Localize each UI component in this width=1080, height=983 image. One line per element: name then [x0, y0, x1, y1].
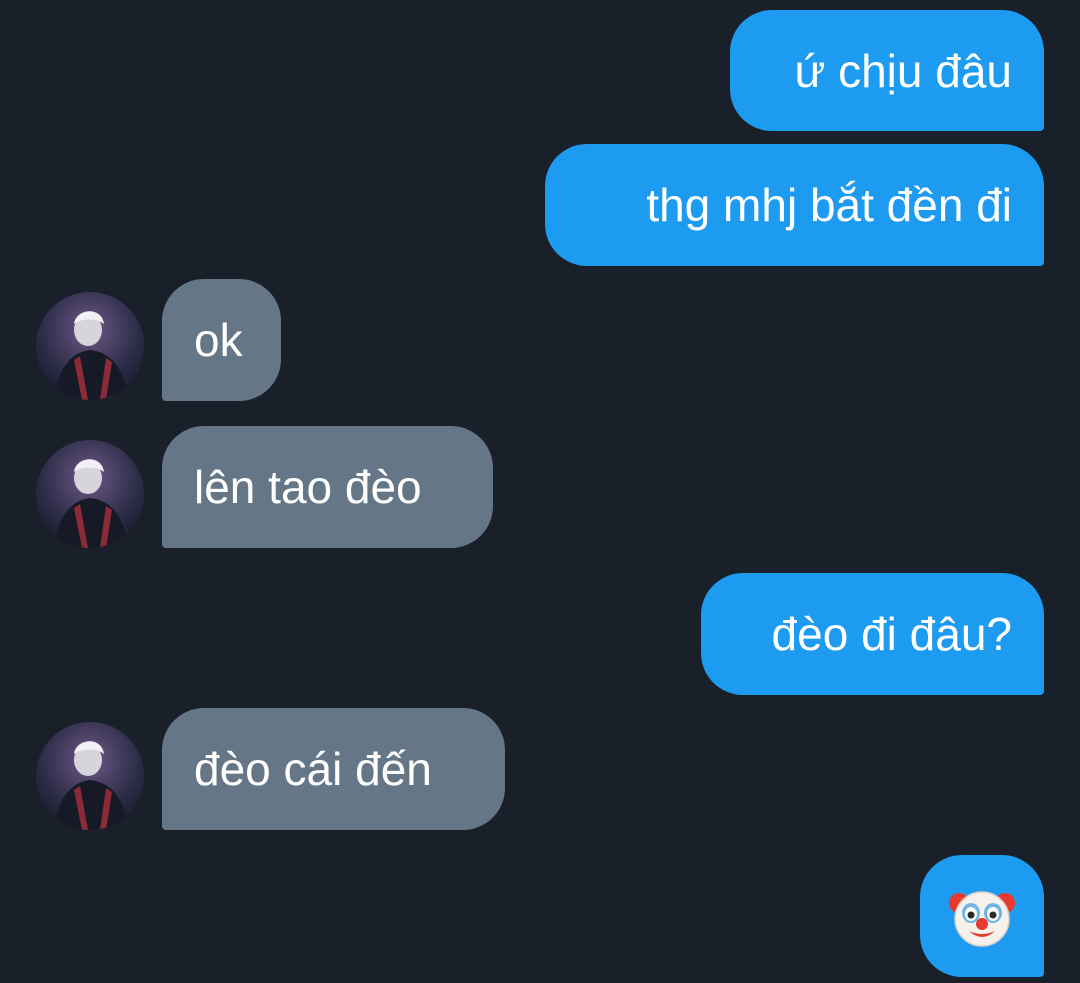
message-bubble-outgoing[interactable]: [920, 855, 1044, 977]
message-text: ứ chịu đâu: [794, 44, 1013, 97]
avatar-image: [36, 722, 144, 830]
message-bubble-incoming[interactable]: ok: [162, 279, 281, 401]
avatar[interactable]: [36, 722, 144, 830]
message-text: ok: [194, 314, 243, 366]
avatar[interactable]: [36, 292, 144, 400]
message-text: đèo cái đến: [194, 743, 432, 795]
message-text: đèo đi đâu?: [771, 608, 1012, 660]
avatar[interactable]: [36, 440, 144, 548]
clown-face-icon: [949, 891, 1015, 947]
message-bubble-outgoing[interactable]: thg mhj bắt đền đi: [545, 144, 1044, 266]
message-text: lên tao đèo: [194, 461, 422, 513]
message-bubble-incoming[interactable]: lên tao đèo: [162, 426, 493, 548]
avatar-image: [36, 292, 144, 400]
message-bubble-incoming[interactable]: đèo cái đến: [162, 708, 505, 830]
message-bubble-outgoing[interactable]: ứ chịu đâu: [730, 10, 1044, 131]
avatar-image: [36, 440, 144, 548]
message-bubble-outgoing[interactable]: đèo đi đâu?: [701, 573, 1044, 695]
message-text: thg mhj bắt đền đi: [646, 179, 1012, 231]
chat-thread: ứ chịu đâu thg mhj bắt đền đi ok lên tao…: [0, 0, 1080, 983]
